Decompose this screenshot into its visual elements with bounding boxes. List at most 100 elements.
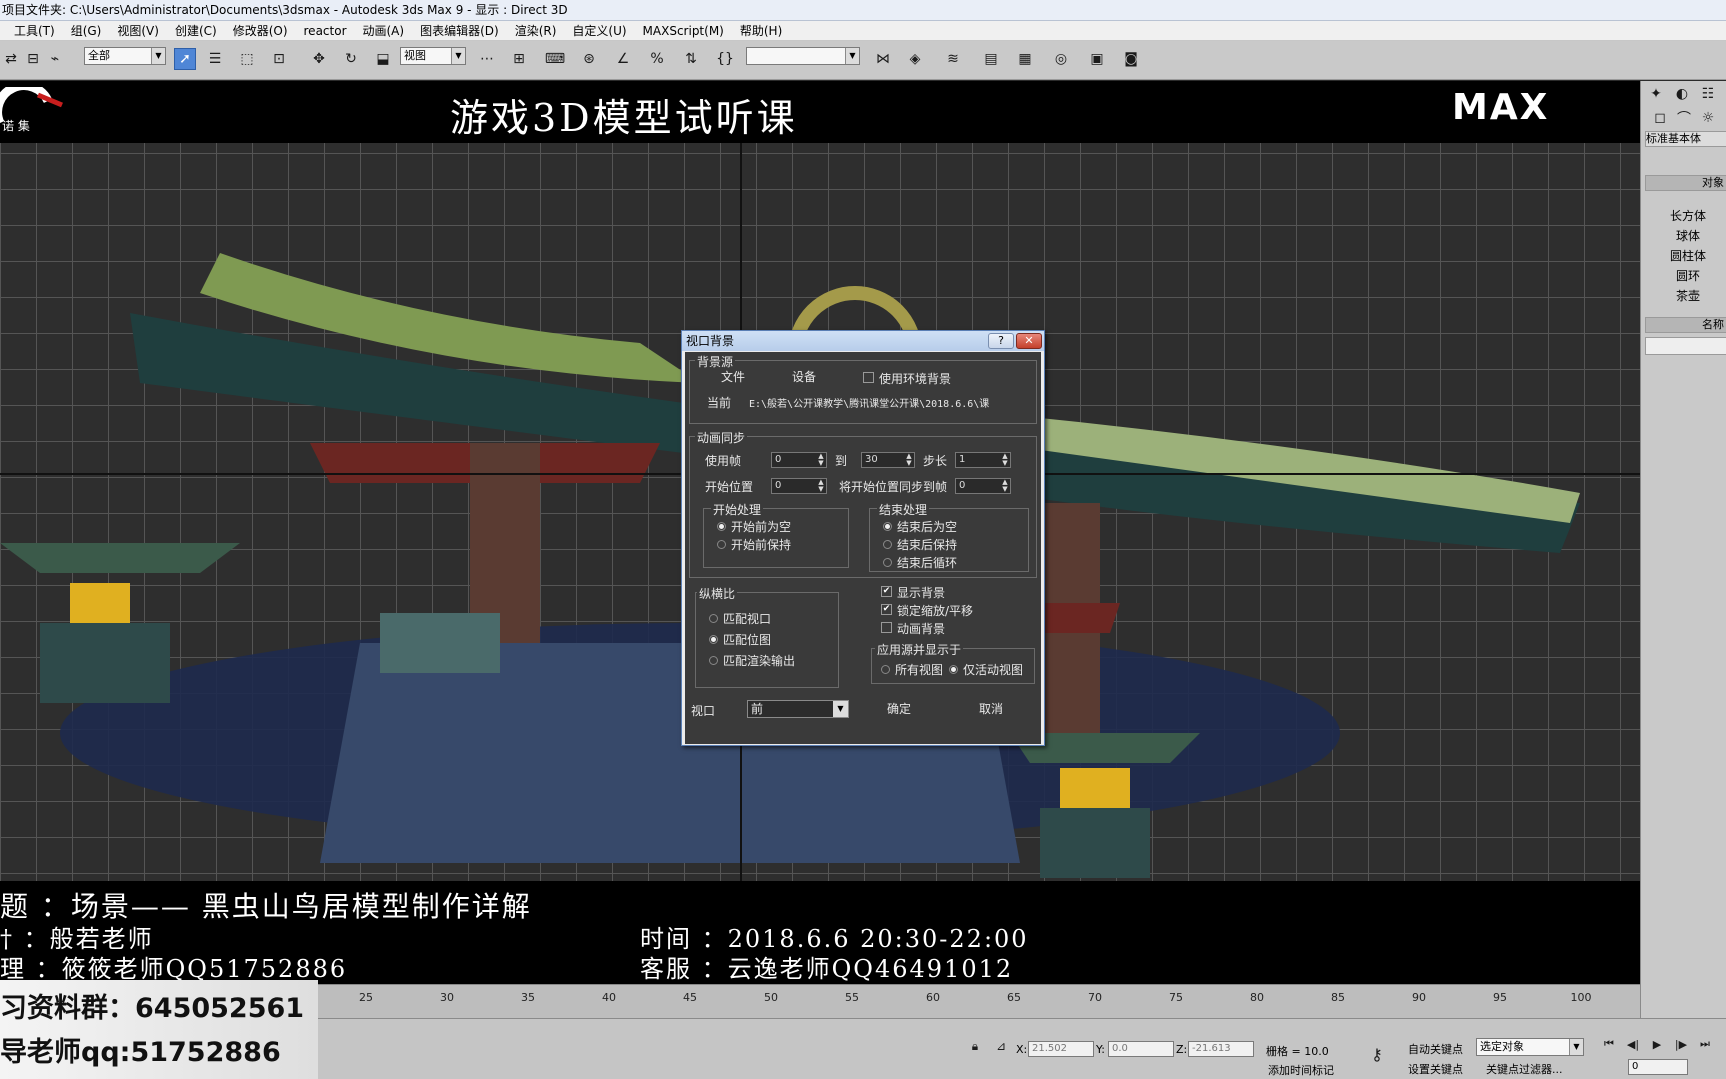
hold-after-radio[interactable] [883, 540, 892, 549]
keyboard-shortcut-icon[interactable]: ⌨ [544, 48, 566, 70]
spinner-arrows-icon[interactable]: ▲ ▼ [816, 479, 826, 493]
match-bitmap-radio[interactable] [709, 635, 718, 644]
next-frame-icon[interactable]: |▶ [1670, 1033, 1692, 1055]
mirror-icon[interactable]: ⋈ [872, 48, 894, 70]
menu-views[interactable]: 视图(V) [109, 21, 167, 41]
key-icon[interactable]: ⚷ [1366, 1043, 1388, 1065]
menu-create[interactable]: 创建(C) [167, 21, 225, 41]
pivot-center-icon[interactable]: ⋯ [476, 48, 498, 70]
teapot-button[interactable]: 茶壶 [1649, 287, 1726, 305]
help-button[interactable]: ? [988, 333, 1014, 349]
menu-help[interactable]: 帮助(H) [732, 21, 790, 41]
display-bg-checkbox[interactable]: ✔ [881, 586, 892, 597]
animate-bg-checkbox[interactable] [881, 622, 892, 633]
play-icon[interactable]: ▶ [1646, 1033, 1668, 1055]
menu-modifiers[interactable]: 修改器(O) [225, 21, 296, 41]
spinner-arrows-icon[interactable]: ▲ ▼ [1000, 453, 1010, 467]
active-only-radio[interactable] [949, 665, 958, 674]
hierarchy-tab-icon[interactable]: ☷ [1697, 83, 1719, 105]
go-to-start-icon[interactable]: ⏮ [1598, 1033, 1620, 1055]
rectangular-selection-icon[interactable]: ⬚ [236, 48, 258, 70]
name-input[interactable] [1645, 337, 1726, 355]
shapes-icon[interactable]: ⌒ [1673, 107, 1695, 129]
menu-graph-editors[interactable]: 图表编辑器(D) [412, 21, 507, 41]
geometry-icon[interactable]: ◻ [1649, 107, 1671, 129]
torus-button[interactable]: 圆环 [1649, 267, 1726, 285]
angle-snap-icon[interactable]: ∠ [612, 48, 634, 70]
viewport-select[interactable]: 前 ▼ [747, 700, 849, 718]
unlink-icon[interactable]: ⊟ [22, 48, 44, 70]
scale-icon[interactable]: ⬓ [372, 48, 394, 70]
select-by-name-icon[interactable]: ☰ [204, 48, 226, 70]
sphere-button[interactable]: 球体 [1649, 227, 1726, 245]
select-object-icon[interactable]: ➚ [174, 48, 196, 70]
devices-button[interactable]: 设备 [771, 368, 837, 386]
bind-space-warp-icon[interactable]: ⌁ [44, 48, 66, 70]
match-viewport-radio[interactable] [709, 614, 718, 623]
all-views-radio[interactable] [881, 665, 890, 674]
select-manipulate-icon[interactable]: ⊞ [508, 48, 530, 70]
move-icon[interactable]: ✥ [308, 48, 330, 70]
modify-tab-icon[interactable]: ◐ [1671, 83, 1693, 105]
menu-reactor[interactable]: reactor [296, 21, 355, 41]
key-filters-button[interactable]: 关键点过滤器... [1486, 1061, 1563, 1077]
files-button[interactable]: 文件 [705, 368, 761, 386]
go-to-end-icon[interactable]: ⏭ [1694, 1033, 1716, 1055]
snap-toggle-icon[interactable]: ⊛ [578, 48, 600, 70]
use-env-bg-checkbox[interactable] [863, 372, 874, 383]
absolute-mode-icon[interactable]: ⊿ [990, 1035, 1012, 1057]
menu-tools[interactable]: 工具(T) [0, 21, 63, 41]
key-mode-dropdown[interactable]: 选定对象 ▼ [1476, 1038, 1584, 1056]
blank-after-radio[interactable] [883, 522, 892, 531]
blank-before-radio[interactable] [717, 522, 726, 531]
percent-snap-icon[interactable]: % [646, 48, 668, 70]
step-spinner[interactable]: 1 ▲ ▼ [955, 452, 1011, 468]
rollout-name-color[interactable]: 名称 [1645, 317, 1726, 333]
lock-icon[interactable]: 🔒︎ [964, 1035, 986, 1057]
start-at-spinner[interactable]: 0 ▲ ▼ [771, 478, 827, 494]
schematic-view-icon[interactable]: ▦ [1014, 48, 1036, 70]
window-crossing-icon[interactable]: ⊡ [268, 48, 290, 70]
quick-render-icon[interactable]: ◙ [1120, 48, 1142, 70]
box-button[interactable]: 长方体 [1649, 207, 1726, 225]
add-time-tag[interactable]: 添加时间标记 [1268, 1062, 1334, 1078]
spinner-snap-icon[interactable]: ⇅ [680, 48, 702, 70]
y-coord-field[interactable]: 0.0 [1108, 1041, 1174, 1057]
loop-after-radio[interactable] [883, 558, 892, 567]
menu-customize[interactable]: 自定义(U) [564, 21, 634, 41]
render-scene-icon[interactable]: ▣ [1086, 48, 1108, 70]
reference-coord-dropdown[interactable]: 视图 ▼ [400, 47, 466, 65]
hold-before-radio[interactable] [717, 540, 726, 549]
spinner-arrows-icon[interactable]: ▲ ▼ [816, 453, 826, 467]
spinner-arrows-icon[interactable]: ▲ ▼ [904, 453, 914, 467]
cylinder-button[interactable]: 圆柱体 [1649, 247, 1726, 265]
menu-maxscript[interactable]: MAXScript(M) [635, 21, 732, 41]
use-frame-from-spinner[interactable]: 0 ▲ ▼ [771, 452, 827, 468]
menu-animation[interactable]: 动画(A) [355, 21, 413, 41]
category-dropdown[interactable]: 标准基本体 [1645, 131, 1726, 147]
sync-start-spinner[interactable]: 0 ▲ ▼ [955, 478, 1011, 494]
auto-key-button[interactable]: 自动关键点 [1408, 1041, 1463, 1057]
use-frame-to-spinner[interactable]: 30 ▲ ▼ [861, 452, 915, 468]
rollout-object-type[interactable]: 对象 [1645, 175, 1726, 191]
named-selection-dropdown[interactable]: ▼ [746, 47, 860, 65]
previous-frame-icon[interactable]: ◀| [1622, 1033, 1644, 1055]
z-coord-field[interactable]: -21.613 [1188, 1041, 1254, 1057]
select-link-icon[interactable]: ⇄ [0, 48, 22, 70]
current-frame-field[interactable]: 0 [1628, 1059, 1688, 1075]
align-icon[interactable]: ◈ [904, 48, 926, 70]
lock-zoom-checkbox[interactable]: ✔ [881, 604, 892, 615]
close-button[interactable]: ✕ [1016, 333, 1042, 349]
cancel-button[interactable]: 取消 [947, 700, 1035, 718]
material-editor-icon[interactable]: ◎ [1050, 48, 1072, 70]
create-tab-icon[interactable]: ✦ [1645, 83, 1667, 105]
selection-filter-dropdown[interactable]: 全部 ▼ [84, 47, 166, 65]
rotate-icon[interactable]: ↻ [340, 48, 362, 70]
menu-rendering[interactable]: 渲染(R) [507, 21, 565, 41]
lights-icon[interactable]: ☼ [1697, 107, 1719, 129]
time-slider-track[interactable]: 25 30 35 40 45 50 55 60 65 70 75 80 85 9… [318, 984, 1640, 1018]
x-coord-field[interactable]: 21.502 [1028, 1041, 1094, 1057]
menu-group[interactable]: 组(G) [63, 21, 110, 41]
match-render-radio[interactable] [709, 656, 718, 665]
spinner-arrows-icon[interactable]: ▲ ▼ [1000, 479, 1010, 493]
